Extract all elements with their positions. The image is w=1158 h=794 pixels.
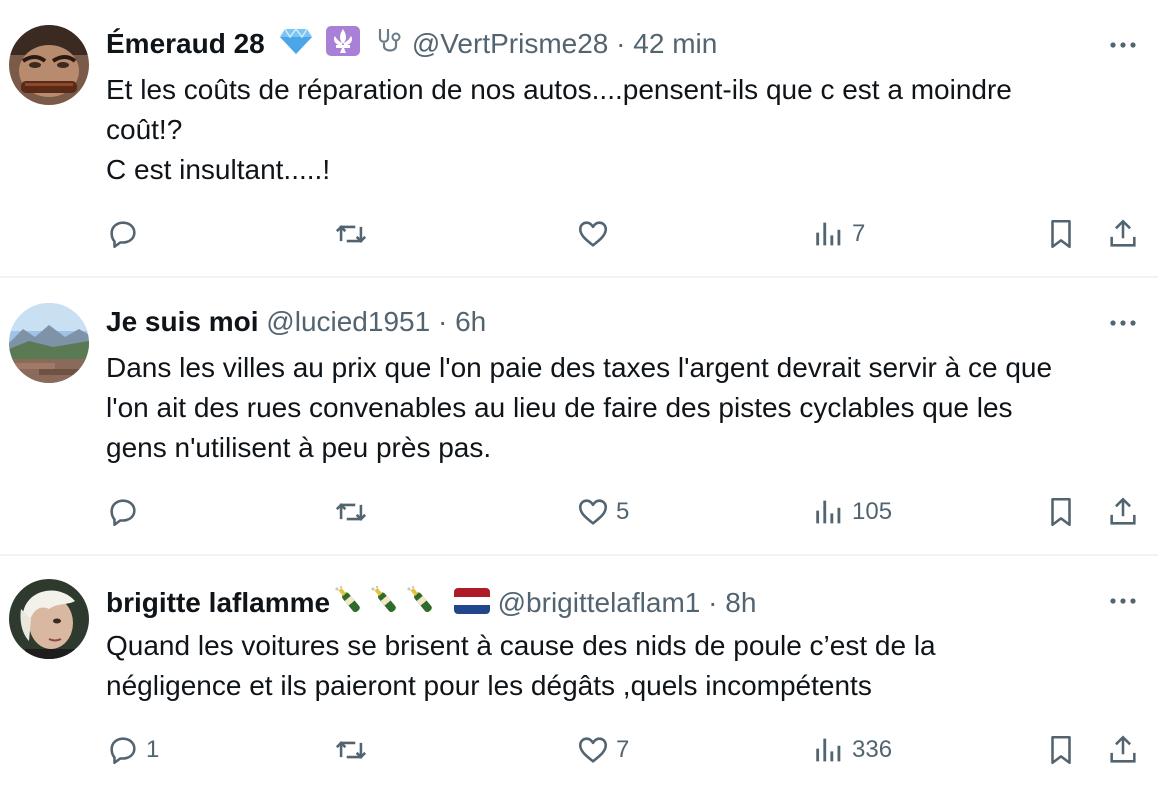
champagne-icon	[404, 584, 438, 625]
reply-count: 1	[146, 736, 160, 763]
more-options-icon[interactable]	[1108, 308, 1138, 338]
tweet-actions: 1 7 336	[0, 730, 1158, 770]
tweet[interactable]: brigitte laflamme @brigittelaflam1 · 8h …	[0, 556, 1158, 794]
timestamp[interactable]: 42 min	[633, 28, 717, 59]
like-button[interactable]: 7	[576, 730, 629, 770]
champagne-icon	[368, 584, 402, 625]
tweet-text-line: négligence et ils paieront pour les dégâ…	[106, 670, 872, 701]
reply-icon	[110, 499, 136, 527]
retweet-button[interactable]	[334, 214, 374, 254]
reply-icon	[110, 737, 136, 765]
retweet-icon	[335, 741, 367, 759]
tweet[interactable]: Émeraud 28 @VertPrisme28 · 42 min Et les…	[0, 0, 1158, 278]
reply-button[interactable]: 1	[106, 730, 159, 770]
tweet-actions: 5 105	[0, 492, 1158, 532]
view-count: 105	[852, 498, 893, 525]
like-button[interactable]	[576, 214, 616, 254]
views-icon	[816, 738, 841, 762]
more-options-icon[interactable]	[1108, 30, 1138, 60]
reply-icon	[110, 221, 136, 249]
views-button[interactable]: 7	[812, 214, 865, 254]
tweet-actions: 7	[0, 214, 1158, 254]
bookmark-icon	[1051, 219, 1071, 249]
separator-dot: ·	[616, 28, 626, 59]
views-icon	[816, 222, 841, 246]
tweet-text-line: l'on ait des rues convenables au lieu de…	[106, 392, 1013, 423]
tweet-text-line: Dans les villes au prix que l'on paie de…	[106, 352, 1053, 383]
tweet-text-line: gens n'utilisent à peu près pas.	[106, 432, 492, 463]
views-button[interactable]: 105	[812, 492, 892, 532]
timestamp[interactable]: 8h	[725, 587, 756, 618]
bookmark-icon	[1051, 735, 1071, 765]
reply-button[interactable]	[106, 492, 146, 532]
timestamp[interactable]: 6h	[455, 306, 486, 337]
tweet-text: Dans les villes au prix que l'on paie de…	[106, 348, 1146, 468]
avatar[interactable]	[9, 303, 89, 383]
share-button[interactable]	[1106, 730, 1140, 770]
tweet-header: Émeraud 28 @VertPrisme28 · 42 min	[106, 26, 717, 65]
like-button[interactable]: 5	[576, 492, 629, 532]
retweet-button[interactable]	[334, 730, 374, 770]
tweet-text-line: C est insultant.....!	[106, 154, 331, 185]
share-icon	[1110, 497, 1136, 525]
gem-icon	[279, 27, 313, 64]
author-handle[interactable]: @VertPrisme28	[412, 28, 609, 59]
heart-icon	[578, 499, 608, 525]
tweet-text: Et les coûts de réparation de nos autos.…	[106, 70, 1146, 190]
retweet-icon	[335, 503, 367, 521]
heart-icon	[578, 737, 608, 763]
stethoscope-icon	[374, 26, 404, 65]
champagne-icon	[332, 584, 366, 625]
more-options-icon[interactable]	[1108, 586, 1138, 616]
views-button[interactable]: 336	[812, 730, 892, 770]
tweet-text-line: Et les coûts de réparation de nos autos.…	[106, 74, 1012, 105]
tweet-text-line: Quand les voitures se brisent à cause de…	[106, 630, 936, 661]
view-count: 7	[852, 220, 866, 247]
netherlands-flag-icon	[453, 587, 490, 623]
share-icon	[1110, 735, 1136, 763]
share-button[interactable]	[1106, 214, 1140, 254]
heart-icon	[578, 221, 608, 247]
author-name[interactable]: Je suis moi	[106, 306, 259, 337]
bookmark-button[interactable]	[1044, 214, 1078, 254]
author-handle[interactable]: @lucied1951	[266, 306, 430, 337]
tweet-text: Quand les voitures se brisent à cause de…	[106, 626, 1146, 706]
retweet-icon	[335, 225, 367, 243]
avatar[interactable]	[9, 579, 89, 659]
fleur-de-lis-icon	[326, 26, 361, 65]
share-icon	[1110, 219, 1136, 247]
bookmark-button[interactable]	[1044, 492, 1078, 532]
retweet-button[interactable]	[334, 492, 374, 532]
author-name[interactable]: brigitte laflamme	[106, 587, 330, 618]
tweet[interactable]: Je suis moi @lucied1951 · 6h Dans les vi…	[0, 278, 1158, 556]
reply-button[interactable]	[106, 214, 146, 254]
author-handle[interactable]: @brigittelaflam1	[498, 587, 701, 618]
tweet-text-line: coût!?	[106, 114, 183, 145]
tweet-header: Je suis moi @lucied1951 · 6h	[106, 304, 486, 340]
like-count: 5	[616, 498, 630, 525]
views-icon	[816, 500, 841, 524]
bookmark-button[interactable]	[1044, 730, 1078, 770]
tweet-header: brigitte laflamme @brigittelaflam1 · 8h	[106, 584, 756, 625]
avatar[interactable]	[9, 25, 89, 105]
separator-dot: ·	[437, 306, 448, 337]
like-count: 7	[616, 736, 630, 763]
author-name[interactable]: Émeraud 28	[106, 28, 265, 59]
share-button[interactable]	[1106, 492, 1140, 532]
bookmark-icon	[1051, 497, 1071, 527]
reply-feed: Émeraud 28 @VertPrisme28 · 42 min Et les…	[0, 0, 1158, 794]
view-count: 336	[852, 736, 893, 763]
separator-dot: ·	[708, 586, 718, 618]
